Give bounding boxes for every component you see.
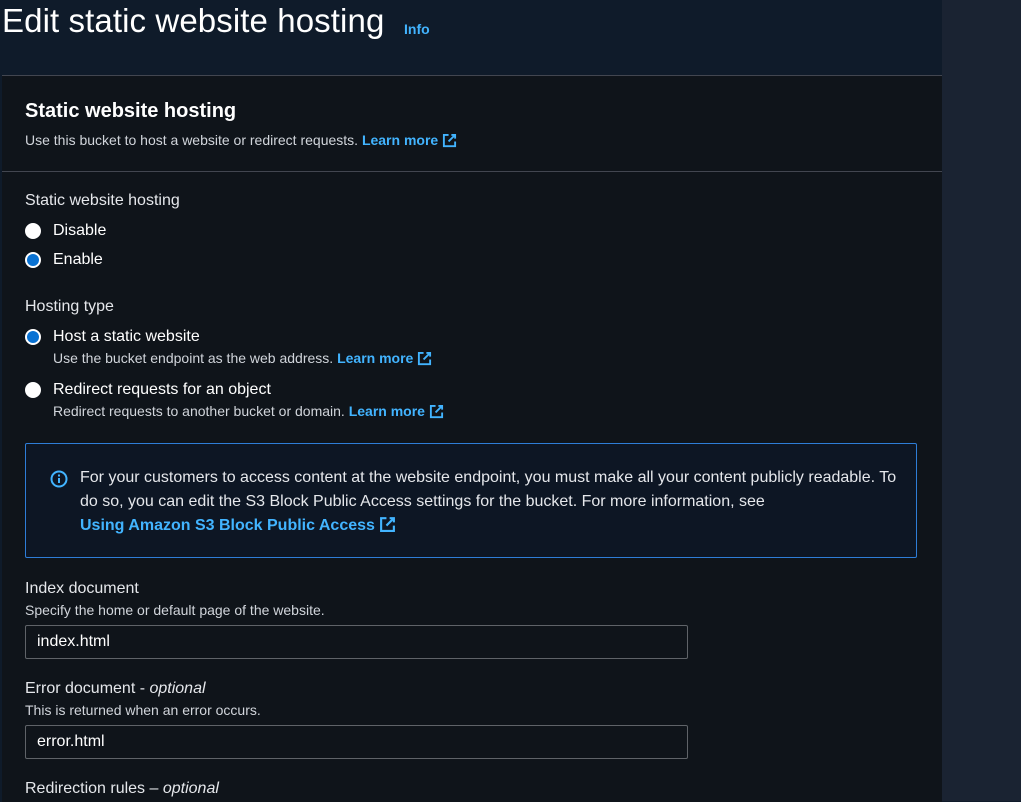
error-document-label: Error document - optional: [25, 680, 206, 698]
alert-message: For your customers to access content at …: [80, 466, 910, 538]
index-document-hint: Specify the home or default page of the …: [25, 602, 325, 618]
panel-header: Static website hosting Use this bucket t…: [2, 76, 942, 172]
host-learn-more-link[interactable]: Learn more: [337, 350, 432, 366]
external-link-icon: [429, 404, 444, 419]
optional-tag: optional: [162, 780, 219, 797]
radio-description: Redirect requests to another bucket or d…: [53, 403, 444, 419]
panel-description-text: Use this bucket to host a website or red…: [25, 132, 359, 148]
hosting-field-label: Static website hosting: [25, 192, 180, 209]
right-side-pane: [942, 0, 1021, 801]
external-link-icon: [379, 516, 396, 533]
redirection-rules-label-text: Redirection rules –: [25, 780, 163, 797]
page-title: Edit static website hosting: [2, 2, 385, 39]
learn-more-label: Learn more: [348, 403, 425, 419]
radio-button-selected[interactable]: [25, 329, 41, 345]
radio-description-text: Redirect requests to another bucket or d…: [53, 403, 345, 419]
hosting-type-label: Hosting type: [25, 298, 114, 315]
radio-disable[interactable]: Disable: [25, 221, 106, 241]
radio-enable-label: Enable: [53, 251, 103, 268]
index-document-input[interactable]: [25, 625, 688, 659]
optional-tag: optional: [149, 680, 206, 697]
radio-description-text: Use the bucket endpoint as the web addre…: [53, 350, 334, 366]
radio-button-selected[interactable]: [25, 252, 41, 268]
block-public-access-link[interactable]: Using Amazon S3 Block Public Access: [80, 517, 396, 534]
panel-learn-more-link[interactable]: Learn more: [362, 132, 457, 148]
learn-more-label: Learn more: [361, 132, 439, 148]
panel-title: Static website hosting: [25, 100, 237, 122]
radio-disable-label: Disable: [53, 222, 107, 239]
error-document-label-text: Error document -: [25, 680, 150, 697]
radio-description: Use the bucket endpoint as the web addre…: [53, 350, 432, 366]
external-link-icon: [442, 133, 457, 148]
block-public-access-label: Using Amazon S3 Block Public Access: [80, 517, 375, 534]
radio-redirect-requests-label: Redirect requests for an object: [53, 381, 271, 398]
radio-redirect-requests[interactable]: Redirect requests for an object Redirect…: [25, 380, 444, 419]
radio-button-unselected[interactable]: [25, 382, 41, 398]
info-alert: For your customers to access content at …: [25, 443, 917, 558]
redirection-rules-label: Redirection rules – optional: [25, 780, 219, 798]
radio-button-unselected[interactable]: [25, 223, 41, 239]
learn-more-label: Learn more: [337, 350, 414, 366]
error-document-hint: This is returned when an error occurs.: [25, 702, 261, 718]
info-circle-icon: [50, 470, 68, 488]
redirect-learn-more-link[interactable]: Learn more: [349, 403, 444, 419]
radio-host-static-website-label: Host a static website: [53, 328, 200, 345]
radio-host-static-website[interactable]: Host a static website Use the bucket end…: [25, 327, 432, 366]
alert-message-text: For your customers to access content at …: [80, 469, 897, 510]
external-link-icon: [417, 351, 432, 366]
info-link[interactable]: Info: [404, 21, 430, 37]
radio-enable[interactable]: Enable: [25, 250, 103, 270]
static-website-hosting-panel: Static website hosting Use this bucket t…: [2, 75, 942, 802]
index-document-label: Index document: [25, 580, 139, 597]
error-document-input[interactable]: [25, 725, 688, 759]
panel-description: Use this bucket to host a website or red…: [25, 132, 457, 148]
